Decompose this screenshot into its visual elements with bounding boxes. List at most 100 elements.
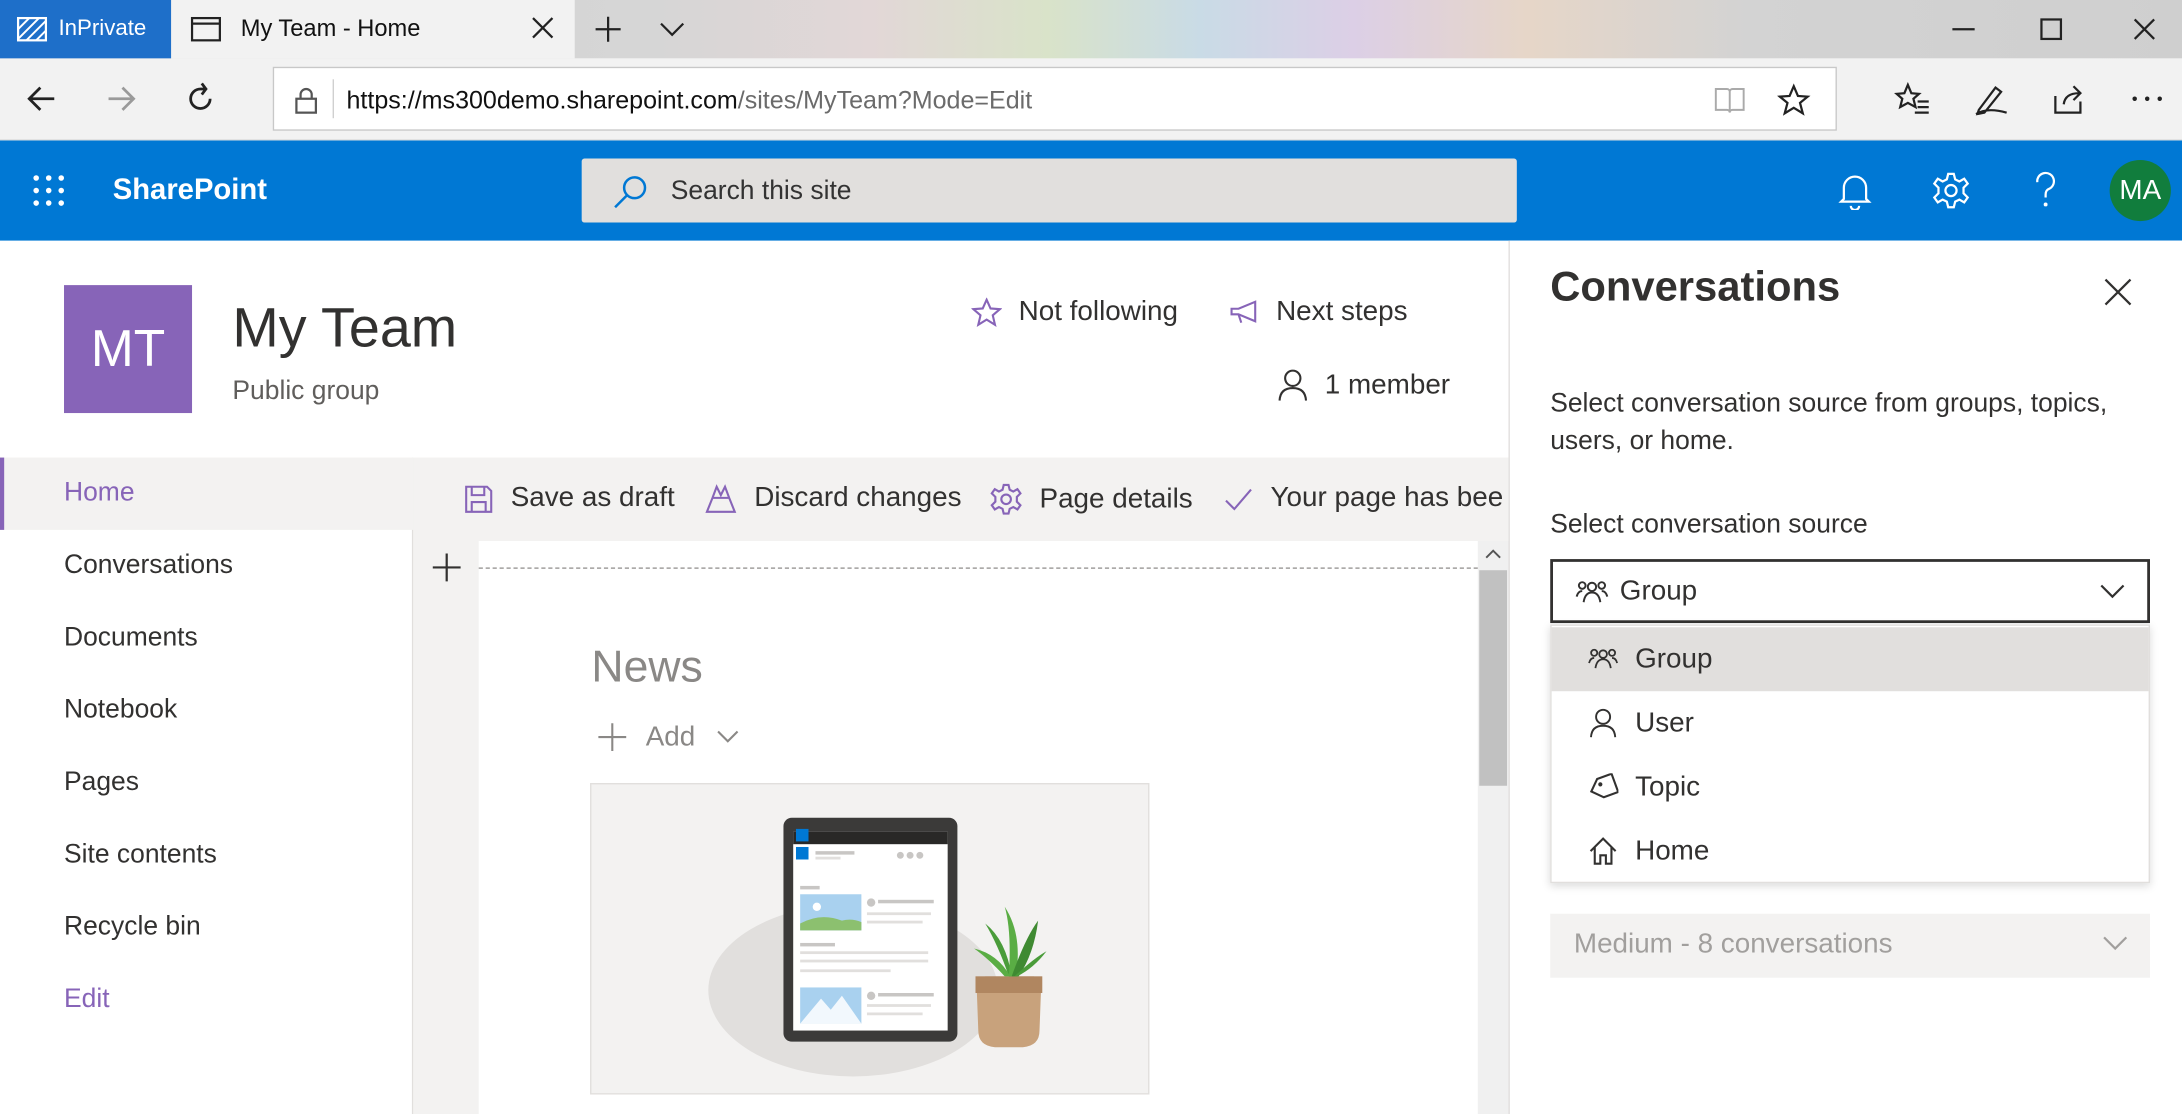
address-bar[interactable]: https://ms300demo.sharepoint.com/sites/M… [272,66,1837,131]
chevron-down-icon [2100,584,2125,599]
gear-icon [990,483,1022,515]
forward-icon[interactable] [104,82,137,115]
follow-button[interactable]: Not following [971,296,1178,328]
reading-view-icon[interactable] [1713,85,1746,116]
source-dropdown-menu: Group User Topic Home [1550,624,2150,884]
group-icon [1588,648,1619,669]
nav-label: Conversations [64,550,234,580]
window-close-icon[interactable] [2129,14,2160,45]
close-tab-icon[interactable] [530,15,555,40]
help-icon[interactable] [2029,171,2062,210]
next-steps-button[interactable]: Next steps [1229,296,1408,328]
inprivate-icon [16,16,48,42]
nav-item-home[interactable]: Home [0,457,414,530]
panel-description: Select conversation source from groups, … [1550,389,2108,457]
nav-edit-link[interactable]: Edit [0,964,413,1036]
share-icon[interactable] [2051,82,2087,115]
panel-title: Conversations [1550,264,1841,311]
site-title[interactable]: My Team [232,298,457,361]
nav-item-documents[interactable]: Documents [0,602,413,674]
tag-icon [1589,773,1619,799]
page-details-label: Page details [1039,483,1193,514]
gear-icon[interactable] [1932,171,1971,210]
save-icon [465,485,493,513]
source-option-topic[interactable]: Topic [1552,755,2149,819]
user-icon [1590,708,1617,738]
nav-label: Site contents [64,840,217,870]
discard-icon [705,483,737,513]
url-text[interactable]: https://ms300demo.sharepoint.com/sites/M… [347,86,1033,115]
members-button[interactable]: 1 member [1277,369,1450,402]
source-option-user[interactable]: User [1552,691,2149,755]
app-name[interactable]: SharePoint [113,174,267,207]
refresh-icon[interactable] [184,82,217,115]
new-tab-icon[interactable] [593,14,624,45]
left-navigation: Home Conversations Documents Notebook Pa… [0,457,414,1114]
source-label: Select conversation source [1550,510,1868,540]
nav-label: Pages [64,767,139,797]
url-path: /sites/MyTeam?Mode=Edit [737,86,1033,115]
search-box[interactable]: Search this site [581,158,1517,223]
page-icon [190,16,221,42]
nav-item-recycle-bin[interactable]: Recycle bin [0,891,413,963]
chevron-down-icon [2103,936,2128,951]
news-webpart-title[interactable]: News [591,641,702,692]
news-add-label: Add [645,721,696,752]
app-launcher-icon[interactable] [32,174,65,207]
save-draft-label: Save as draft [510,482,675,514]
nav-item-site-contents[interactable]: Site contents [0,819,413,891]
add-section-icon[interactable] [431,552,462,583]
favorites-list-icon[interactable] [1894,82,1930,115]
save-draft-button[interactable]: Save as draft [463,482,675,515]
browser-tab[interactable]: My Team - Home [171,0,575,59]
close-icon[interactable] [2103,277,2134,308]
nav-item-notebook[interactable]: Notebook [0,675,413,747]
news-add-button[interactable]: Add [596,720,740,753]
conversation-count-dropdown[interactable]: Medium - 8 conversations [1550,913,2150,978]
search-placeholder: Search this site [670,176,852,206]
address-toolbar: https://ms300demo.sharepoint.com/sites/M… [0,58,2182,141]
page-command-bar: Save as draft Discard changes Page detai… [413,457,1509,542]
next-steps-label: Next steps [1276,296,1408,327]
news-placeholder-illustration [590,782,1150,1095]
source-dropdown[interactable]: Group [1550,559,2150,624]
url-host: https://ms300demo.sharepoint.com [346,86,738,115]
source-dropdown-value: Group [1619,575,1698,607]
pen-icon[interactable] [1973,82,2009,116]
discard-button[interactable]: Discard changes [704,483,962,515]
plus-icon [598,723,627,752]
nav-label: Home [64,478,135,508]
tablet-plant-illustration [708,817,1047,1077]
favorite-star-icon[interactable] [1777,83,1811,116]
bell-icon[interactable] [1837,171,1873,211]
source-option-group[interactable]: Group [1551,627,2149,692]
maximize-icon[interactable] [2036,14,2067,45]
section-divider [478,567,1478,569]
option-label: Home [1635,835,1710,866]
conversation-count-value: Medium - 8 conversations [1573,929,1893,960]
option-label: Topic [1635,771,1701,802]
follow-label: Not following [1018,296,1178,327]
site-logo[interactable]: MT [64,285,193,414]
page-details-button[interactable]: Page details [989,483,1193,516]
scroll-up-icon[interactable] [1483,545,1502,562]
back-icon[interactable] [25,82,58,115]
chevron-down-icon [716,730,738,743]
nav-label: Recycle bin [64,912,201,942]
option-label: User [1635,707,1694,738]
inprivate-label: InPrivate [58,16,147,41]
megaphone-icon [1230,299,1257,323]
avatar[interactable]: MA [2109,159,2171,222]
scrollbar-thumb[interactable] [1479,570,1508,786]
minimize-icon[interactable] [1948,14,1979,45]
browser-tab-strip: InPrivate My Team - Home [0,0,2182,59]
more-icon[interactable] [2129,82,2165,115]
source-option-home[interactable]: Home [1552,819,2149,883]
nav-item-conversations[interactable]: Conversations [0,530,413,602]
members-label: 1 member [1324,369,1451,400]
chevron-down-icon[interactable] [657,14,688,45]
nav-label: Documents [64,623,198,653]
inprivate-badge[interactable]: InPrivate [0,0,172,59]
save-status: Your page has bee [1223,483,1503,515]
nav-item-pages[interactable]: Pages [0,747,413,819]
